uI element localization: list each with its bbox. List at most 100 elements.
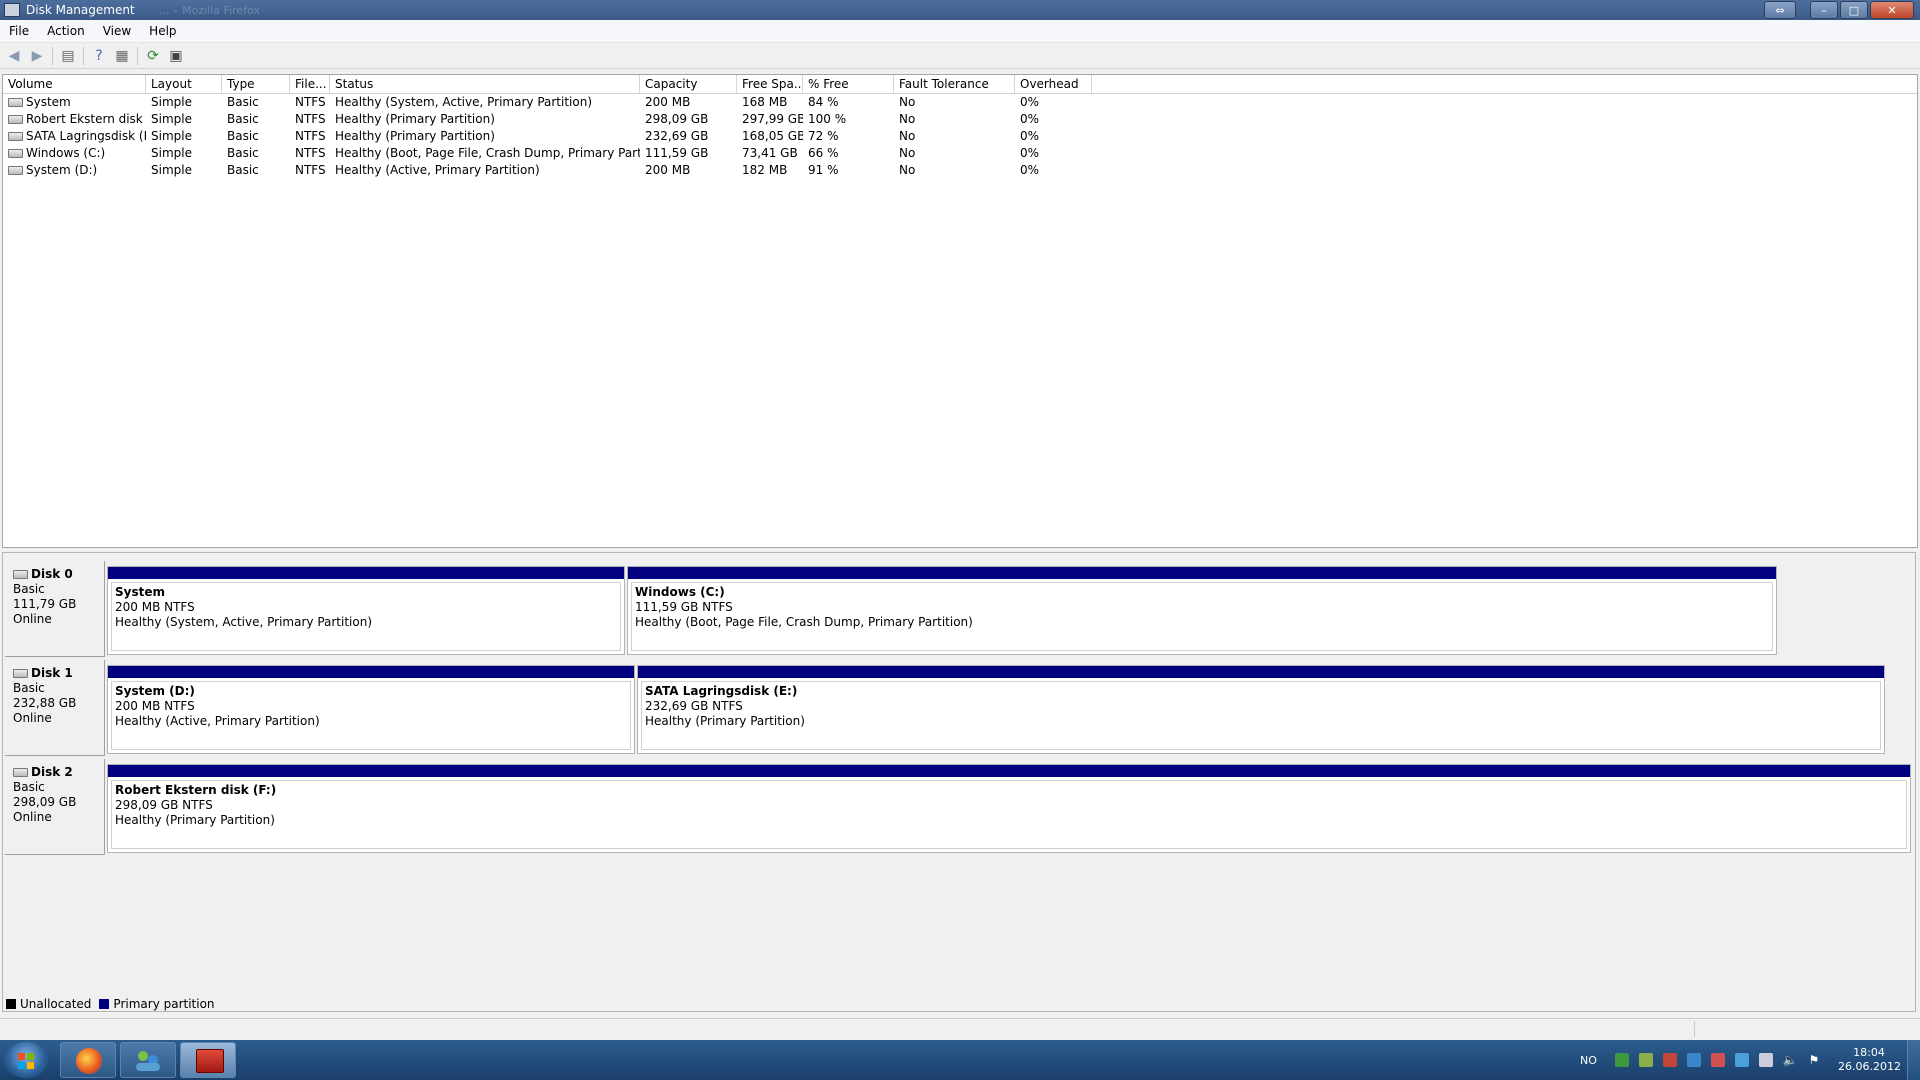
help-icon: ? xyxy=(95,47,103,64)
back-button[interactable]: ◀ xyxy=(4,46,24,66)
table-row[interactable]: Windows (C:) Simple Basic NTFS Healthy (… xyxy=(3,145,1917,162)
partition-size: 200 MB NTFS xyxy=(115,699,195,713)
minimize-button[interactable]: – xyxy=(1810,1,1838,19)
volume-overhead: 0% xyxy=(1020,129,1040,143)
clock[interactable]: 18:04 26.06.2012 xyxy=(1838,1046,1901,1074)
volume-icon[interactable]: 🔈 xyxy=(1783,1053,1798,1067)
drive-tray-icon[interactable] xyxy=(1662,1053,1677,1067)
partition-status: Healthy (Primary Partition) xyxy=(645,714,805,728)
help-button[interactable]: ? xyxy=(89,46,109,66)
menu-file[interactable]: File xyxy=(0,24,38,38)
partition-system[interactable]: System 200 MB NTFS Healthy (System, Acti… xyxy=(107,566,625,655)
partition-system-d[interactable]: System (D:) 200 MB NTFS Healthy (Active,… xyxy=(107,665,635,754)
legend-primary: Primary partition xyxy=(113,997,215,1011)
partition-windows-c[interactable]: Windows (C:) 111,59 GB NTFS Healthy (Boo… xyxy=(627,566,1777,655)
volume-fault-tolerance: No xyxy=(899,146,916,160)
windows-logo-icon xyxy=(18,1053,34,1069)
partition-name: System (D:) xyxy=(115,684,195,698)
volume-fs: NTFS xyxy=(295,95,326,109)
column-fault-tolerance[interactable]: Fault Tolerance xyxy=(894,75,1015,93)
action-center-flag-icon[interactable]: ⚑ xyxy=(1807,1053,1821,1067)
volume-type: Basic xyxy=(227,129,259,143)
clock-time: 18:04 xyxy=(1853,1046,1885,1059)
column-percent-free[interactable]: % Free xyxy=(803,75,894,93)
column-free-space[interactable]: Free Spa... xyxy=(737,75,803,93)
disk-label[interactable]: Disk 1 Basic 232,88 GB Online xyxy=(5,660,105,756)
column-status[interactable]: Status xyxy=(330,75,640,93)
column-type[interactable]: Type xyxy=(222,75,290,93)
menu-view[interactable]: View xyxy=(94,24,140,38)
properties-button[interactable]: ▣ xyxy=(166,46,186,66)
taskbar-contacts[interactable] xyxy=(120,1042,176,1078)
volume-free: 168 MB xyxy=(742,95,788,109)
taskbar-firefox[interactable] xyxy=(60,1042,116,1078)
messenger-icon[interactable] xyxy=(1686,1053,1701,1067)
table-row[interactable]: SATA Lagringsdisk (E:) Simple Basic NTFS… xyxy=(3,128,1917,145)
disk-state: Online xyxy=(13,612,52,626)
start-button[interactable] xyxy=(4,1042,48,1078)
volume-pct-free: 66 % xyxy=(808,146,839,160)
language-indicator[interactable]: NO xyxy=(1580,1054,1597,1067)
volume-pct-free: 100 % xyxy=(808,112,847,126)
close-icon: ✕ xyxy=(1887,3,1897,17)
table-row[interactable]: System (D:) Simple Basic NTFS Healthy (A… xyxy=(3,162,1917,179)
partition-sata-e[interactable]: SATA Lagringsdisk (E:) 232,69 GB NTFS He… xyxy=(637,665,1885,754)
volume-fs: NTFS xyxy=(295,129,326,143)
partition-status: Healthy (Primary Partition) xyxy=(115,813,275,827)
volume-free: 168,05 GB xyxy=(742,129,803,143)
volume-status: Healthy (Primary Partition) xyxy=(335,129,495,143)
disk-label[interactable]: Disk 2 Basic 298,09 GB Online xyxy=(5,759,105,855)
table-row[interactable]: Robert Ekstern disk (F:) Simple Basic NT… xyxy=(3,111,1917,128)
menu-help[interactable]: Help xyxy=(140,24,185,38)
partition-name: System xyxy=(115,585,165,599)
column-capacity[interactable]: Capacity xyxy=(640,75,737,93)
toolbar-separator xyxy=(83,46,84,65)
app-tray-icon[interactable] xyxy=(1710,1053,1725,1067)
console-tree-icon: ▤ xyxy=(61,47,75,64)
partition-size: 200 MB NTFS xyxy=(115,600,195,614)
console-tree-button[interactable]: ▤ xyxy=(58,46,78,66)
security-icon[interactable] xyxy=(1614,1053,1629,1067)
volume-type: Basic xyxy=(227,163,259,177)
bluetooth-icon[interactable] xyxy=(1734,1053,1749,1067)
partition-size: 298,09 GB NTFS xyxy=(115,798,213,812)
volume-pct-free: 91 % xyxy=(808,163,839,177)
partition-name: Robert Ekstern disk (F:) xyxy=(115,783,277,797)
volume-fault-tolerance: No xyxy=(899,163,916,177)
show-desktop-button[interactable] xyxy=(1907,1040,1920,1080)
column-overhead[interactable]: Overhead xyxy=(1015,75,1092,93)
partition-status: Healthy (Active, Primary Partition) xyxy=(115,714,320,728)
volume-fault-tolerance: No xyxy=(899,129,916,143)
properties-icon: ▣ xyxy=(169,47,183,64)
volume-list-header: Volume Layout Type File... Status Capaci… xyxy=(3,75,1917,94)
volume-capacity: 200 MB xyxy=(645,95,691,109)
column-volume[interactable]: Volume xyxy=(3,75,146,93)
table-row[interactable]: System Simple Basic NTFS Healthy (System… xyxy=(3,94,1917,111)
volume-capacity: 232,69 GB xyxy=(645,129,709,143)
update-icon[interactable] xyxy=(1638,1053,1653,1067)
partition-robert-f[interactable]: Robert Ekstern disk (F:) 298,09 GB NTFS … xyxy=(107,764,1911,853)
primary-partition-bar xyxy=(108,666,634,678)
network-icon[interactable] xyxy=(1758,1053,1773,1067)
restore-split-button[interactable]: ⇔ xyxy=(1764,1,1796,19)
drive-icon xyxy=(8,149,23,158)
refresh-button[interactable]: ⟳ xyxy=(143,46,163,66)
disk-label[interactable]: Disk 0 Basic 111,79 GB Online xyxy=(5,561,105,657)
column-layout[interactable]: Layout xyxy=(146,75,222,93)
forward-button[interactable]: ▶ xyxy=(27,46,47,66)
partition-status: Healthy (System, Active, Primary Partiti… xyxy=(115,615,373,629)
menu-action[interactable]: Action xyxy=(38,24,94,38)
volume-list: Volume Layout Type File... Status Capaci… xyxy=(2,74,1918,548)
view-button[interactable]: ▦ xyxy=(112,46,132,66)
unallocated-swatch xyxy=(6,999,16,1009)
window-title: Disk Management xyxy=(26,3,135,17)
close-button[interactable]: ✕ xyxy=(1870,1,1914,19)
view-icon: ▦ xyxy=(115,47,129,64)
volume-capacity: 200 MB xyxy=(645,163,691,177)
drive-icon xyxy=(8,166,23,175)
maximize-button[interactable]: □ xyxy=(1840,1,1868,19)
taskbar-disk-management[interactable] xyxy=(180,1042,236,1078)
primary-swatch xyxy=(99,999,110,1009)
column-file-system[interactable]: File... xyxy=(290,75,330,93)
volume-name: System xyxy=(26,95,71,109)
